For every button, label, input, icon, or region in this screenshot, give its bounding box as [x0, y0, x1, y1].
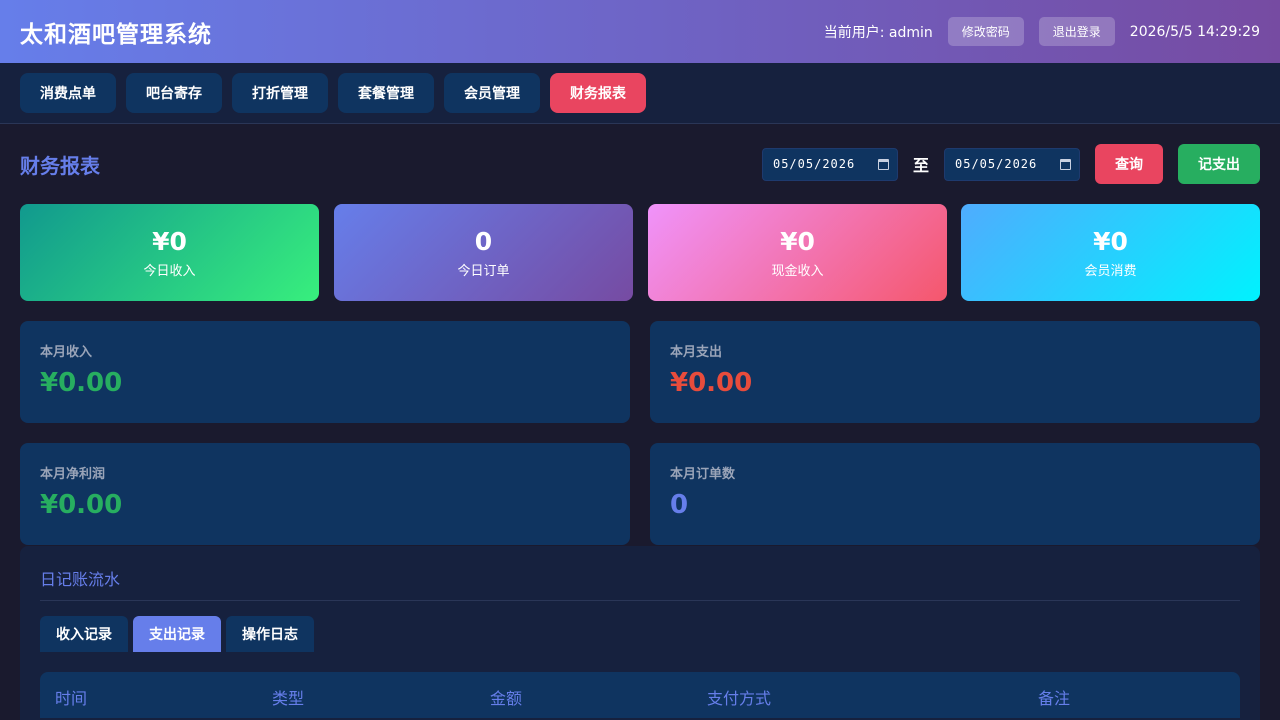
datetime-display: 2026/5/5 14:29:29	[1129, 23, 1260, 40]
stat-label: 现金收入	[771, 263, 824, 279]
stat-value: ¥0	[152, 226, 187, 256]
stat-label: 今日收入	[143, 263, 196, 279]
column-header-remarks: 备注	[1038, 689, 1071, 708]
summary-value: ¥0.00	[40, 490, 123, 520]
record-expense-button[interactable]: 记支出	[1178, 144, 1260, 184]
date-range-separator: 至	[912, 156, 929, 175]
column-header-amount: 金额	[490, 689, 523, 708]
tab-income-records[interactable]: 收入记录	[40, 616, 128, 652]
main-nav: 消费点单 吧台寄存 打折管理 套餐管理 会员管理 财务报表	[0, 63, 1280, 124]
ledger-table-header: 时间 类型 金额 支付方式 备注	[40, 672, 1240, 718]
column-header-time: 时间	[55, 689, 88, 708]
end-date-value: 05/05/2026	[955, 157, 1038, 171]
summary-value: ¥0.00	[670, 368, 753, 398]
ledger-title: 日记账流水	[40, 566, 1240, 601]
end-date-input[interactable]: 05/05/2026	[944, 147, 1080, 181]
top-header: 太和酒吧管理系统 当前用户: admin 修改密码 退出登录 2026/5/5 …	[0, 0, 1280, 63]
stat-label: 会员消费	[1084, 263, 1137, 279]
stat-card-member-spending: ¥0 会员消费	[961, 204, 1260, 301]
stat-card-today-income: ¥0 今日收入	[20, 204, 319, 301]
current-user-label: 当前用户: admin	[823, 24, 933, 41]
summary-label: 本月收入	[40, 345, 93, 360]
page-title: 财务报表	[20, 154, 100, 178]
nav-item-discount[interactable]: 打折管理	[232, 73, 328, 113]
logout-button[interactable]: 退出登录	[1038, 17, 1115, 46]
nav-item-members[interactable]: 会员管理	[444, 73, 540, 113]
report-toolbar: 05/05/2026 至 05/05/2026 查询 记支出	[761, 144, 1260, 184]
column-header-payment-method: 支付方式	[707, 689, 772, 708]
summary-card-month-expense: 本月支出 ¥0.00	[650, 321, 1260, 423]
summary-card-month-profit: 本月净利润 ¥0.00	[20, 443, 630, 545]
calendar-icon[interactable]	[877, 158, 889, 170]
tab-operation-log[interactable]: 操作日志	[226, 616, 314, 652]
calendar-icon[interactable]	[1060, 158, 1071, 170]
query-button[interactable]: 查询	[1095, 144, 1163, 184]
stat-label: 今日订单	[457, 263, 510, 279]
summary-value: ¥0.00	[40, 368, 123, 398]
stat-card-today-orders: 0 今日订单	[334, 204, 633, 301]
header-user-area: 当前用户: admin 修改密码 退出登录 2026/5/5 14:29:29	[824, 17, 1260, 46]
stat-value: 0	[474, 226, 493, 256]
summary-label: 本月订单数	[670, 467, 736, 482]
summary-label: 本月净利润	[40, 467, 106, 482]
summary-label: 本月支出	[670, 345, 723, 360]
nav-item-bar-storage[interactable]: 吧台寄存	[126, 73, 222, 113]
app-title: 太和酒吧管理系统	[20, 21, 212, 48]
summary-card-month-income: 本月收入 ¥0.00	[20, 321, 630, 423]
start-date-input[interactable]: 05/05/2026	[761, 147, 898, 181]
nav-item-finance-report[interactable]: 财务报表	[550, 73, 646, 113]
summary-card-month-orders: 本月订单数 0	[650, 443, 1260, 545]
tab-expense-records[interactable]: 支出记录	[133, 616, 221, 652]
ledger-tabs: 收入记录 支出记录 操作日志	[40, 616, 1240, 652]
change-password-button[interactable]: 修改密码	[947, 17, 1024, 46]
summary-value: 0	[670, 490, 689, 520]
start-date-value: 05/05/2026	[772, 157, 856, 171]
column-header-type: 类型	[272, 689, 305, 708]
ledger-panel: 日记账流水 收入记录 支出记录 操作日志 时间 类型 金额 支付方式 备注	[20, 546, 1260, 720]
nav-item-package[interactable]: 套餐管理	[338, 73, 434, 113]
stat-value: ¥0	[780, 226, 815, 256]
stat-value: ¥0	[1093, 226, 1128, 256]
stat-card-cash-income: ¥0 现金收入	[648, 204, 947, 301]
nav-item-order[interactable]: 消费点单	[20, 73, 116, 113]
